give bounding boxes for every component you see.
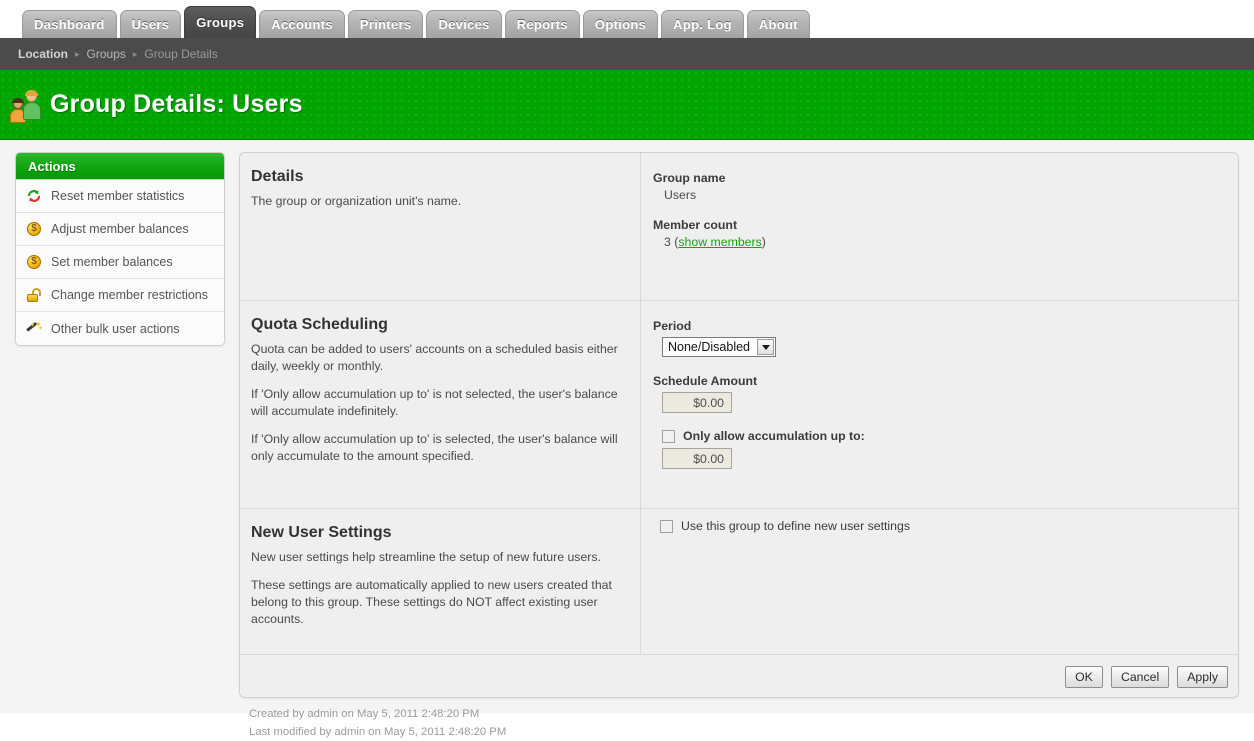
section-details: Details The group or organization unit's… bbox=[240, 153, 1238, 301]
accumulation-limit-row: Only allow accumulation up to: bbox=[662, 429, 1218, 443]
chevron-right-icon: ▸ bbox=[75, 49, 80, 60]
group-name-value: Users bbox=[653, 188, 1218, 202]
tab-groups[interactable]: Groups bbox=[184, 6, 256, 38]
open-padlock-icon bbox=[26, 287, 42, 303]
member-count-number: 3 bbox=[664, 235, 671, 249]
member-count-label: Member count bbox=[653, 218, 1218, 232]
chevron-right-icon: ▸ bbox=[133, 49, 138, 60]
tab-reports[interactable]: Reports bbox=[505, 10, 580, 38]
cancel-button[interactable]: Cancel bbox=[1111, 666, 1169, 688]
group-users-icon bbox=[10, 89, 42, 121]
section-quota-fields: Period None/Disabled Schedule Amount $0.… bbox=[641, 301, 1238, 508]
group-name-label: Group name bbox=[653, 171, 1218, 185]
accumulation-limit-checkbox[interactable] bbox=[662, 430, 675, 443]
schedule-amount-input[interactable]: $0.00 bbox=[662, 392, 732, 413]
section-new-user-settings: New User Settings New user settings help… bbox=[240, 509, 1238, 655]
tab-app-log[interactable]: App. Log bbox=[661, 10, 744, 38]
section-title: Details bbox=[251, 168, 618, 186]
sidebar-item-label: Other bulk user actions bbox=[51, 322, 180, 336]
tab-accounts[interactable]: Accounts bbox=[259, 10, 345, 38]
breadcrumb-item-current: Group Details bbox=[144, 47, 217, 61]
content-area: Actions Reset member statistics $ Adjust… bbox=[0, 140, 1254, 713]
coin-icon: $ bbox=[26, 221, 42, 237]
section-paragraph: If 'Only allow accumulation up to' is se… bbox=[251, 431, 618, 465]
section-paragraph: These settings are automatically applied… bbox=[251, 577, 618, 628]
section-paragraph: If 'Only allow accumulation up to' is no… bbox=[251, 386, 618, 420]
breadcrumb-location-label: Location bbox=[18, 47, 68, 61]
tab-options[interactable]: Options bbox=[583, 10, 658, 38]
sidebar-item-label: Adjust member balances bbox=[51, 222, 189, 236]
group-details-panel: Details The group or organization unit's… bbox=[239, 152, 1239, 698]
tab-label: Options bbox=[595, 17, 646, 32]
section-new-user-description: New User Settings New user settings help… bbox=[240, 509, 641, 654]
panel-footer: OK Cancel Apply bbox=[240, 655, 1238, 698]
section-paragraph: Quota can be added to users' accounts on… bbox=[251, 341, 618, 375]
section-title: Quota Scheduling bbox=[251, 316, 618, 334]
section-description: The group or organization unit's name. bbox=[251, 193, 618, 210]
actions-panel-title: Actions bbox=[16, 153, 224, 180]
breadcrumb: Location ▸ Groups ▸ Group Details bbox=[0, 38, 1254, 70]
tab-label: Printers bbox=[360, 17, 412, 32]
sidebar-item-adjust-member-balances[interactable]: $ Adjust member balances bbox=[16, 213, 224, 246]
sidebar-item-label: Change member restrictions bbox=[51, 288, 208, 302]
chevron-down-icon[interactable] bbox=[757, 339, 774, 355]
tab-printers[interactable]: Printers bbox=[348, 10, 424, 38]
sidebar-item-set-member-balances[interactable]: $ Set member balances bbox=[16, 246, 224, 279]
accumulation-limit-label: Only allow accumulation up to: bbox=[683, 429, 865, 443]
section-new-user-fields: Use this group to define new user settin… bbox=[641, 509, 1238, 654]
sidebar-item-other-bulk-user-actions[interactable]: ✦ ✦ ✦ Other bulk user actions bbox=[16, 312, 224, 345]
sidebar-item-change-member-restrictions[interactable]: Change member restrictions bbox=[16, 279, 224, 312]
section-details-description: Details The group or organization unit's… bbox=[240, 153, 641, 300]
coin-icon: $ bbox=[26, 254, 42, 270]
tab-label: About bbox=[759, 17, 798, 32]
sidebar-item-reset-member-statistics[interactable]: Reset member statistics bbox=[16, 180, 224, 213]
refresh-icon bbox=[26, 188, 42, 204]
tab-dashboard[interactable]: Dashboard bbox=[22, 10, 117, 38]
created-timestamp: Created by admin on May 5, 2011 2:48:20 … bbox=[249, 706, 1239, 724]
period-select[interactable]: None/Disabled bbox=[662, 337, 776, 357]
breadcrumb-item-groups[interactable]: Groups bbox=[87, 47, 126, 61]
page-title: Group Details: Users bbox=[50, 90, 303, 119]
show-members-link[interactable]: show members bbox=[678, 235, 761, 249]
apply-button[interactable]: Apply bbox=[1177, 666, 1228, 688]
tab-label: Reports bbox=[517, 17, 568, 32]
ok-button[interactable]: OK bbox=[1065, 666, 1103, 688]
member-count-value: 3 (show members) bbox=[653, 235, 1218, 249]
tab-label: Users bbox=[132, 17, 170, 32]
schedule-amount-label: Schedule Amount bbox=[653, 374, 1218, 388]
tab-devices[interactable]: Devices bbox=[426, 10, 501, 38]
sidebar-item-label: Set member balances bbox=[51, 255, 173, 269]
tab-label: Accounts bbox=[271, 17, 333, 32]
tab-label: Groups bbox=[196, 15, 244, 30]
record-metadata: Created by admin on May 5, 2011 2:48:20 … bbox=[239, 706, 1239, 741]
actions-panel: Actions Reset member statistics $ Adjust… bbox=[15, 152, 225, 346]
modified-timestamp: Last modified by admin on May 5, 2011 2:… bbox=[249, 724, 1239, 741]
main-tab-bar: Dashboard Users Groups Accounts Printers… bbox=[0, 0, 1254, 38]
use-group-new-user-checkbox[interactable] bbox=[660, 520, 673, 533]
section-details-fields: Group name Users Member count 3 (show me… bbox=[641, 153, 1238, 300]
use-group-new-user-row: Use this group to define new user settin… bbox=[660, 519, 1218, 533]
magic-wand-icon: ✦ ✦ ✦ bbox=[26, 321, 42, 337]
tab-label: Devices bbox=[438, 17, 489, 32]
tab-label: App. Log bbox=[673, 17, 732, 32]
section-paragraph: New user settings help streamline the se… bbox=[251, 549, 618, 566]
period-select-value: None/Disabled bbox=[663, 338, 756, 356]
sidebar-item-label: Reset member statistics bbox=[51, 189, 184, 203]
section-quota-scheduling: Quota Scheduling Quota can be added to u… bbox=[240, 301, 1238, 509]
page-header: Group Details: Users bbox=[0, 70, 1254, 140]
section-quota-description: Quota Scheduling Quota can be added to u… bbox=[240, 301, 641, 508]
paren-close: ) bbox=[762, 235, 766, 249]
use-group-new-user-label: Use this group to define new user settin… bbox=[681, 519, 910, 533]
accumulation-limit-input[interactable]: $0.00 bbox=[662, 448, 732, 469]
tab-label: Dashboard bbox=[34, 17, 105, 32]
tab-users[interactable]: Users bbox=[120, 10, 182, 38]
tab-about[interactable]: About bbox=[747, 10, 810, 38]
section-title: New User Settings bbox=[251, 524, 618, 542]
period-label: Period bbox=[653, 319, 1218, 333]
